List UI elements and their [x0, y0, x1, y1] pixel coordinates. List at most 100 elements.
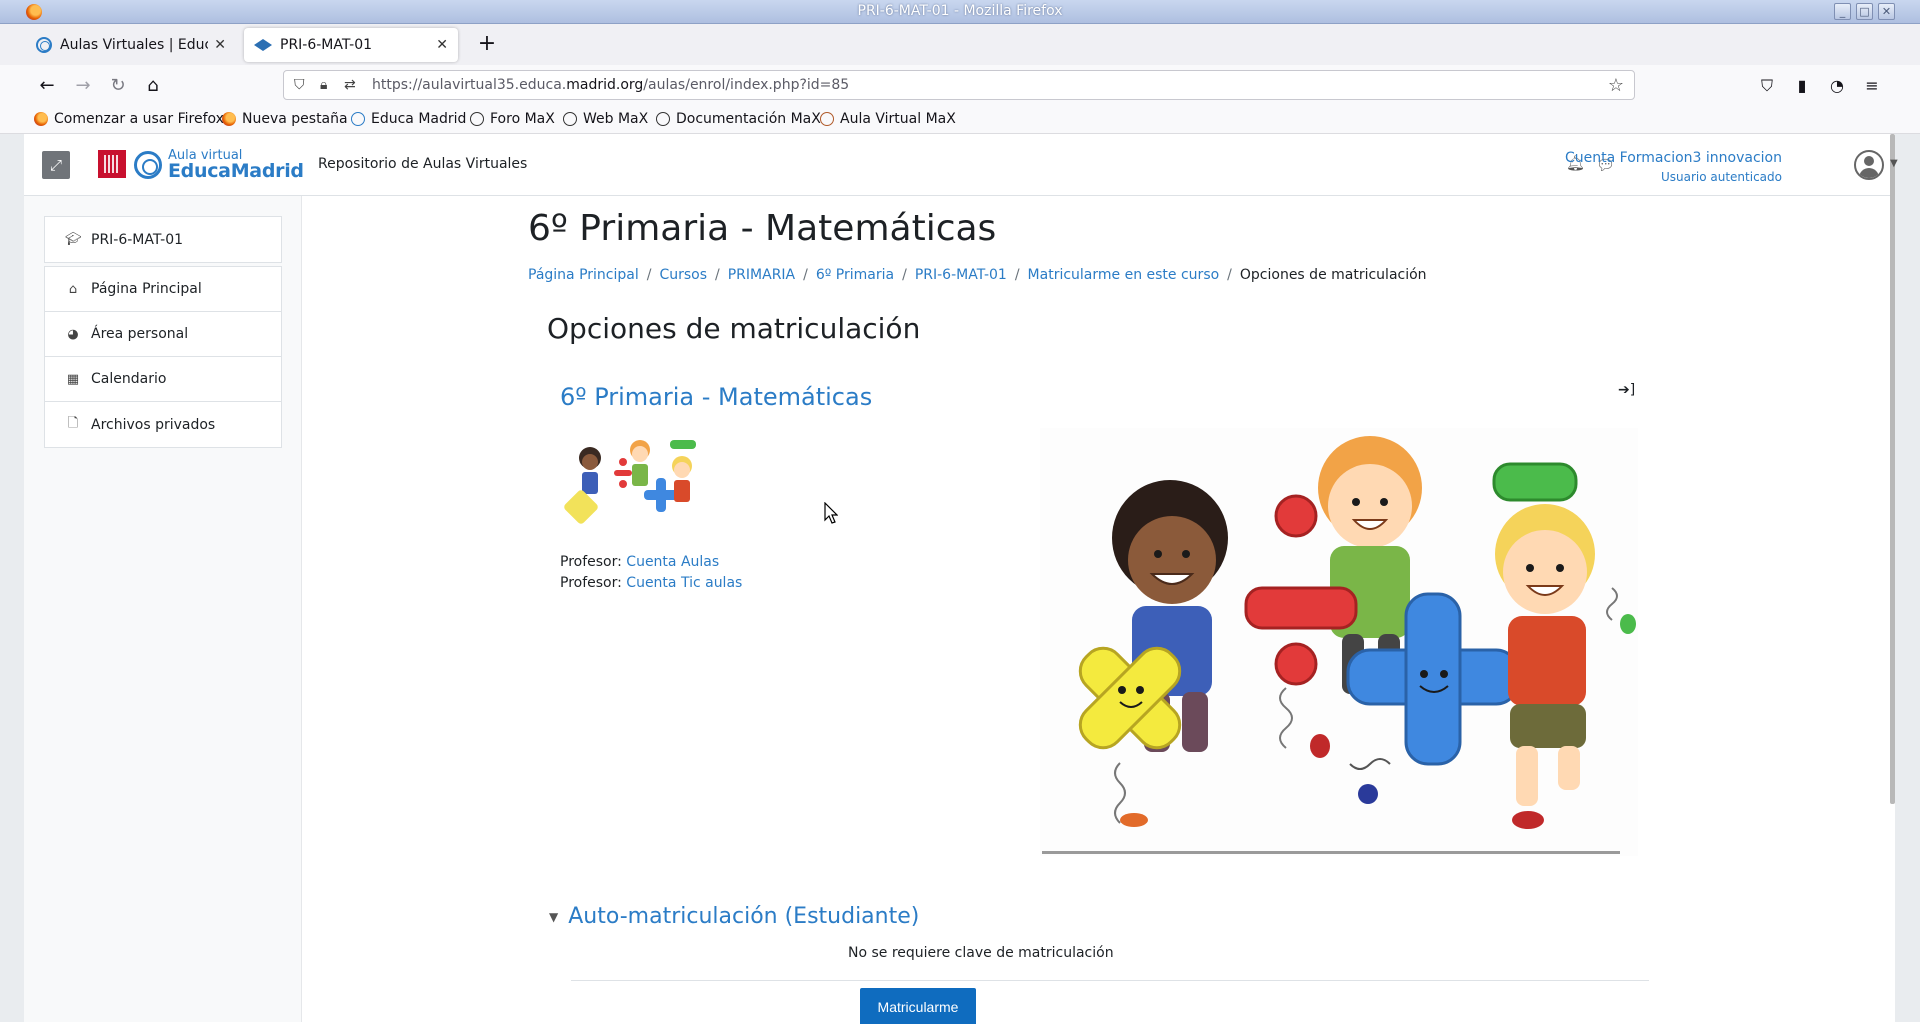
bookmark-label: Web MaX [583, 111, 649, 127]
educamadrid-favicon-icon [36, 37, 52, 53]
back-arrow-icon[interactable]: ← [32, 71, 62, 101]
teacher-link[interactable]: Cuenta Tic aulas [626, 575, 742, 591]
avatar[interactable] [1854, 150, 1884, 180]
permissions-icon[interactable]: ⇄ [344, 77, 356, 93]
sidebar-item-label: Archivos privados [91, 416, 216, 433]
close-tab-icon[interactable]: ✕ [214, 37, 226, 53]
globe-icon [470, 112, 484, 126]
breadcrumb-item[interactable]: Cursos [659, 267, 707, 283]
file-icon: 🗋︎ [67, 415, 79, 431]
breadcrumb-separator: / [803, 267, 808, 283]
extension-icon[interactable]: ▮ [1787, 71, 1817, 101]
sidebar-item-area-personal[interactable]: ◕ Área personal [45, 312, 281, 357]
bookmark-label: Aula Virtual MaX [840, 111, 956, 127]
mouse-pointer-icon [824, 502, 838, 524]
sidebar-item-course[interactable]: 🎓︎ PRI-6-MAT-01 [45, 217, 281, 262]
sidebar-item-calendario[interactable]: ▦ Calendario [45, 357, 281, 402]
url-bar[interactable]: ⛉ 🔒︎ ⇄ https://aulavirtual35.educa.madri… [283, 70, 1635, 100]
bookmark-label: Documentación MaX [676, 111, 821, 127]
course-thumbnail-image [564, 440, 696, 524]
self-enrolment-section-toggle[interactable]: ▼ Auto-matriculación (Estudiante) [549, 904, 919, 929]
breadcrumb-item[interactable]: PRIMARIA [728, 267, 795, 283]
menu-icon[interactable]: ≡ [1857, 71, 1887, 101]
site-name[interactable]: Repositorio de Aulas Virtuales [318, 156, 527, 172]
bookmark-star-icon[interactable]: ☆ [1608, 75, 1624, 96]
tab-label: PRI-6-MAT-01 [280, 37, 373, 53]
new-tab-button[interactable]: + [472, 30, 502, 60]
tab-strip: Aulas Virtuales | EducaMadrid ✕ PRI-6-MA… [0, 24, 1920, 65]
breadcrumb-item[interactable]: 6º Primaria [816, 267, 894, 283]
sidebar-item-pagina-principal[interactable]: ⌂ Página Principal [45, 267, 281, 312]
close-window-icon[interactable]: ✕ [1878, 3, 1895, 20]
chevron-down-icon[interactable]: ▼ [1890, 158, 1898, 169]
navigation-toolbar: ← → ↻ ⌂ ⛉ 🔒︎ ⇄ https://aulavirtual35.edu… [0, 65, 1920, 106]
bookmark-comenzar[interactable]: Comenzar a usar Firefox [34, 111, 224, 127]
bookmark-label: Foro MaX [490, 111, 555, 127]
section-heading: Opciones de matriculación [547, 312, 921, 345]
user-role: Usuario autenticado [1660, 170, 1782, 184]
graduation-cap-icon: 🎓︎ [65, 232, 82, 247]
sidebar-item-label: Área personal [91, 326, 189, 342]
graduation-cap-icon [254, 39, 272, 51]
home-icon[interactable]: ⌂ [138, 71, 168, 101]
firefox-icon [222, 112, 236, 126]
bookmark-foro-max[interactable]: Foro MaX [470, 111, 555, 127]
maximize-icon[interactable]: □ [1856, 3, 1873, 20]
chevron-down-icon[interactable]: ▼ [549, 910, 558, 924]
bookmark-aula-virtual-max[interactable]: Aula Virtual MaX [820, 111, 956, 127]
breadcrumb-current: Opciones de matriculación [1239, 267, 1427, 283]
close-tab-icon[interactable]: ✕ [436, 37, 448, 53]
tab-label: Aulas Virtuales | EducaMadrid [60, 37, 208, 53]
site-header: ⤢ Aula virtual EducaMadrid Repositorio d… [24, 134, 1898, 196]
educamadrid-icon [351, 112, 365, 126]
account-icon[interactable]: ◔ [1822, 71, 1852, 101]
aula-virtual-max-icon [820, 112, 834, 126]
tab-pri-6-mat-01[interactable]: PRI-6-MAT-01 ✕ [244, 28, 458, 62]
breadcrumb-separator: / [1014, 267, 1020, 283]
page-title: 6º Primaria - Matemáticas [528, 208, 997, 249]
breadcrumb-separator: / [646, 267, 652, 283]
minimize-icon[interactable]: _ [1834, 3, 1851, 20]
bookmark-label: Comenzar a usar Firefox [54, 111, 224, 127]
bookmark-nueva-pestana[interactable]: Nueva pestaña [222, 111, 348, 127]
course-summary-image [1040, 428, 1638, 856]
teacher-role: Profesor: [560, 554, 627, 570]
user-name[interactable]: Cuenta Formacion3 innovacion [1565, 150, 1782, 166]
url-text[interactable]: https://aulavirtual35.educa.madrid.org/a… [372, 77, 849, 93]
enrol-me-button[interactable]: Matricularme [860, 988, 976, 1024]
bookmarks-toolbar: Comenzar a usar Firefox Nueva pestaña Ed… [0, 106, 1920, 134]
image-divider [1042, 851, 1620, 854]
pocket-icon[interactable]: ⛉ [1752, 71, 1782, 101]
self-enrolment-heading[interactable]: Auto-matriculación (Estudiante) [568, 904, 919, 929]
breadcrumb-item[interactable]: PRI-6-MAT-01 [915, 267, 1007, 283]
bookmark-web-max[interactable]: Web MaX [563, 111, 648, 127]
teacher-role: Profesor: [560, 575, 627, 591]
drawer-course-block: 🎓︎ PRI-6-MAT-01 [44, 216, 282, 263]
drawer-toggle-icon[interactable]: ⤢ [42, 151, 70, 179]
sidebar-item-label: Página Principal [91, 281, 202, 297]
globe-icon [656, 112, 670, 126]
nav-drawer: 🎓︎ PRI-6-MAT-01 ⌂ Página Principal ◕ Áre… [24, 196, 302, 1022]
educamadrid-logo-icon[interactable] [134, 151, 162, 179]
breadcrumb-separator: / [1227, 267, 1232, 283]
sidebar-item-label: Calendario [91, 371, 167, 387]
course-title-link[interactable]: 6º Primaria - Matemáticas [560, 383, 872, 411]
page-right-margin [1895, 134, 1920, 1022]
shield-icon[interactable]: ⛉ [294, 77, 305, 93]
sidebar-item-archivos-privados[interactable]: 🗋︎ Archivos privados [45, 402, 281, 447]
lock-icon[interactable]: 🔒︎ [320, 77, 327, 93]
bookmark-educa-madrid[interactable]: Educa Madrid [351, 111, 466, 127]
breadcrumb-item[interactable]: Matricularme en este curso [1028, 267, 1220, 283]
comunidad-madrid-logo-icon[interactable] [98, 150, 126, 178]
reload-icon[interactable]: ↻ [103, 71, 133, 101]
page-scrollbar[interactable] [1890, 134, 1895, 804]
bookmark-documentacion-max[interactable]: Documentación MaX [656, 111, 821, 127]
breadcrumb-separator: / [715, 267, 720, 283]
teacher-link[interactable]: Cuenta Aulas [626, 554, 719, 570]
breadcrumb-item[interactable]: Página Principal [528, 267, 639, 283]
logo-title[interactable]: EducaMadrid [168, 160, 304, 182]
forward-arrow-icon[interactable]: → [68, 71, 98, 101]
form-divider [571, 980, 1649, 981]
no-key-required-text: No se requiere clave de matriculación [848, 945, 1114, 961]
tab-aulas-virtuales[interactable]: Aulas Virtuales | EducaMadrid ✕ [26, 28, 236, 62]
